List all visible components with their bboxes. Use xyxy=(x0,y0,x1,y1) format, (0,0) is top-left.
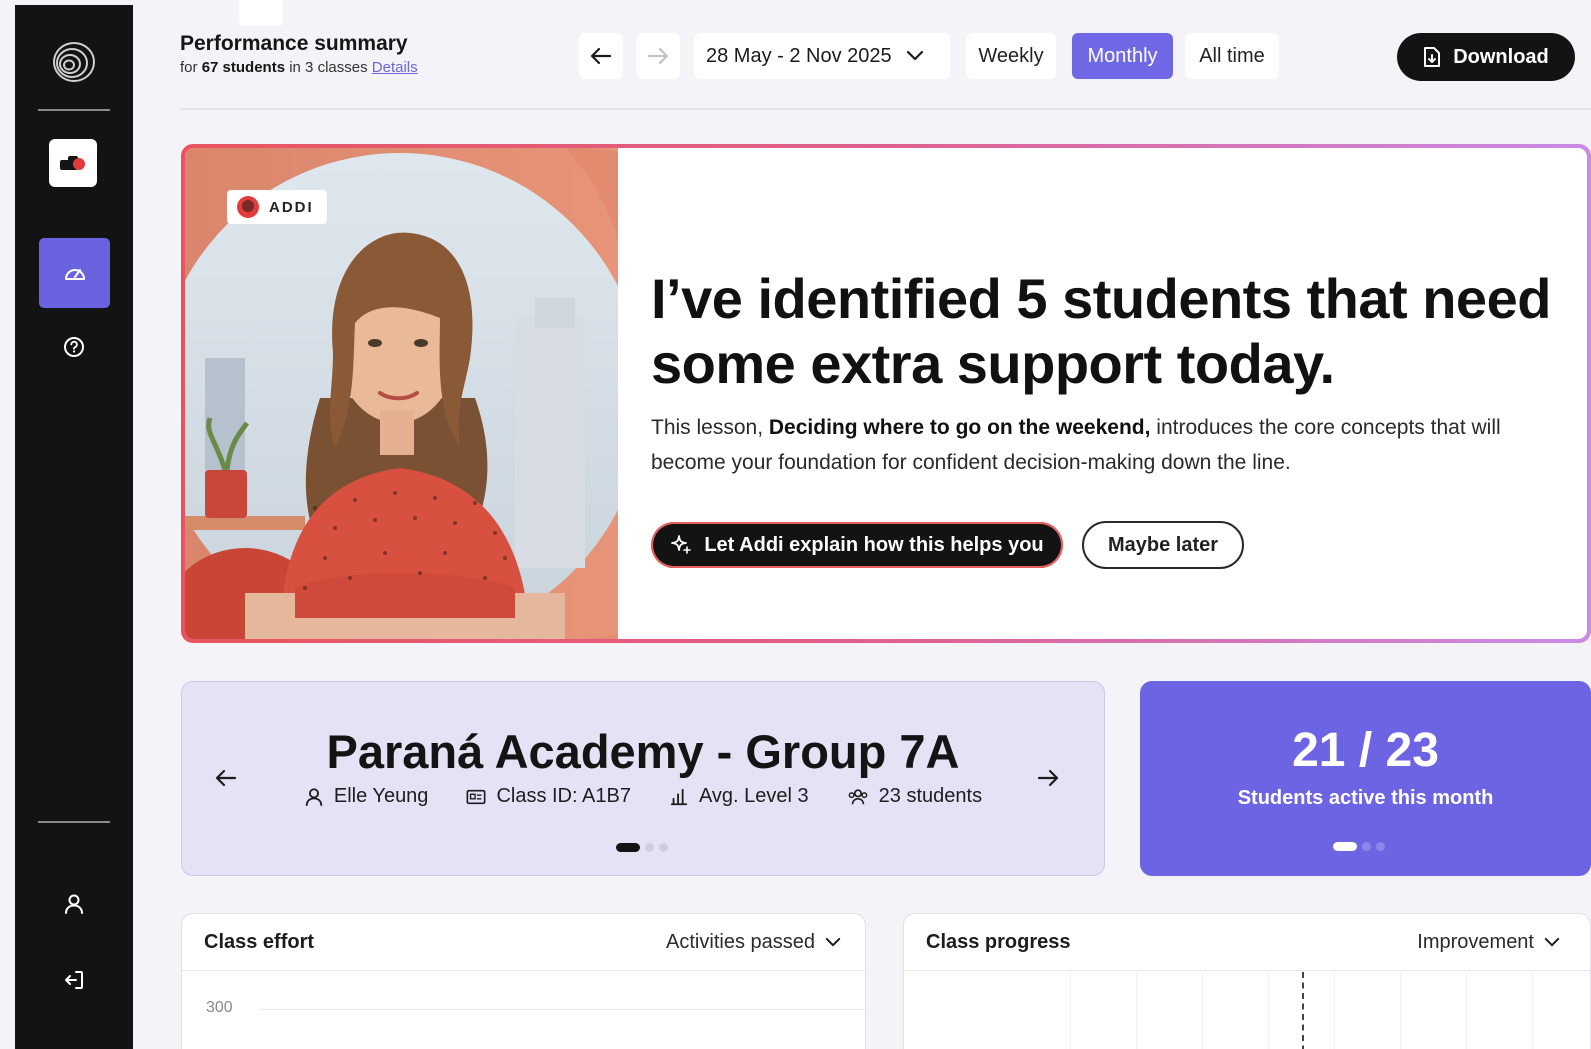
arrow-right-icon xyxy=(1037,769,1059,787)
class-avg-level: Avg. Level 3 xyxy=(669,785,809,808)
class-id: Class ID: A1B7 xyxy=(466,785,631,808)
active-students-label: Students active this month xyxy=(1237,787,1494,809)
org-switcher[interactable] xyxy=(49,139,97,187)
panel-divider xyxy=(182,970,865,971)
carousel-dot[interactable] xyxy=(1362,842,1371,851)
class-effort-panel: Class effort Activities passed 300 xyxy=(181,913,866,1049)
chart-gridline xyxy=(1070,972,1071,1049)
page-subtitle: for 67 students in 3 classes Details xyxy=(180,59,418,76)
maybe-later-button[interactable]: Maybe later xyxy=(1082,521,1244,569)
download-label: Download xyxy=(1453,45,1549,68)
active-students-value: 21 / 23 xyxy=(1292,724,1439,777)
chart-gridline xyxy=(1202,972,1203,1049)
sparkle-icon xyxy=(671,535,692,554)
lesson-name: Deciding where to go on the weekend, xyxy=(768,416,1151,439)
date-range-label: 28 May - 2 Nov 2025 xyxy=(706,44,892,67)
logout-icon xyxy=(65,971,83,989)
chevron-down-icon xyxy=(1544,937,1560,947)
carousel-dot-active[interactable] xyxy=(616,843,640,852)
insight-headline: I’ve identified 5 students that need som… xyxy=(651,267,1551,395)
app-logo-icon[interactable] xyxy=(51,39,97,85)
chart-gridline xyxy=(1466,972,1467,1049)
effort-metric-label: Activities passed xyxy=(666,931,815,953)
chart-gridline xyxy=(1268,972,1269,1049)
help-icon xyxy=(64,337,84,357)
carousel-dot[interactable] xyxy=(1376,842,1385,851)
carousel-dot-active[interactable] xyxy=(1333,842,1357,851)
user-icon xyxy=(65,894,83,914)
progress-metric-label: Improvement xyxy=(1417,931,1534,953)
carousel-dot[interactable] xyxy=(645,843,654,852)
chart-gridline xyxy=(1400,972,1401,1049)
class-title: Paraná Academy - Group 7A xyxy=(326,725,960,778)
addi-insight-card: ADDI I’ve identified 5 students that nee… xyxy=(181,144,1591,643)
chart-gridline xyxy=(1136,972,1137,1049)
insight-body: This lesson, Deciding where to go on the… xyxy=(651,410,1531,480)
chevron-down-icon xyxy=(906,50,923,61)
tab-monthly[interactable]: Monthly xyxy=(1072,33,1173,79)
org-logo-icon xyxy=(60,156,85,170)
nav-profile[interactable] xyxy=(60,890,88,918)
arrow-left-icon xyxy=(590,47,612,65)
bar-chart-icon xyxy=(670,788,688,805)
explain-button-label: Let Addi explain how this helps you xyxy=(704,533,1044,556)
subtitle-prefix: for xyxy=(180,59,198,76)
chart-marker-line xyxy=(1302,972,1304,1049)
gauge-icon xyxy=(64,269,85,280)
avg-level-label: Avg. Level 3 xyxy=(698,785,809,807)
effort-metric-dropdown[interactable]: Activities passed xyxy=(666,931,841,954)
sidebar-divider xyxy=(38,109,110,111)
chart-gridline xyxy=(258,1009,865,1010)
carousel-dot[interactable] xyxy=(659,843,668,852)
explain-button[interactable]: Let Addi explain how this helps you xyxy=(651,522,1063,568)
details-link[interactable]: Details xyxy=(372,59,418,76)
page-title: Performance summary xyxy=(180,32,408,55)
addi-badge-label: ADDI xyxy=(269,198,314,216)
class-progress-panel: Class progress Improvement xyxy=(903,913,1591,1049)
download-button[interactable]: Download xyxy=(1397,33,1575,81)
group-icon xyxy=(848,788,868,804)
next-class-button[interactable] xyxy=(1034,764,1062,792)
next-period-button[interactable] xyxy=(636,33,680,79)
top-tab-marker xyxy=(239,0,283,26)
chart-gridline xyxy=(1532,972,1533,1049)
class-effort-title: Class effort xyxy=(204,931,315,953)
subtitle-classes: in 3 classes xyxy=(289,59,368,76)
class-id-label: Class ID: A1B7 xyxy=(496,785,631,807)
arrow-right-icon xyxy=(647,47,669,65)
id-card-icon xyxy=(466,789,486,804)
progress-metric-dropdown[interactable]: Improvement xyxy=(1417,931,1560,954)
active-students-card: 21 / 23 Students active this month xyxy=(1140,681,1591,876)
addi-badge: ADDI xyxy=(227,190,327,224)
nav-logout[interactable] xyxy=(60,966,88,994)
class-progress-title: Class progress xyxy=(926,931,1071,953)
date-range-picker[interactable]: 28 May - 2 Nov 2025 xyxy=(694,33,950,79)
nav-dashboard[interactable] xyxy=(39,238,110,308)
class-card: Paraná Academy - Group 7A Elle Yeung Cla… xyxy=(181,681,1105,876)
nav-help[interactable] xyxy=(60,333,88,361)
insight-body-prefix: This lesson, xyxy=(651,416,764,439)
header-divider xyxy=(180,108,1591,110)
panel-divider xyxy=(904,970,1590,971)
addi-logo-icon xyxy=(237,196,259,218)
tab-all-time[interactable]: All time xyxy=(1185,33,1279,79)
students-label: 23 students xyxy=(878,785,983,807)
stats-carousel-dots xyxy=(1333,842,1385,851)
class-carousel-dots xyxy=(616,843,668,852)
class-students: 23 students xyxy=(847,785,982,808)
students-count: 67 students xyxy=(201,59,286,76)
tab-weekly[interactable]: Weekly xyxy=(966,33,1056,79)
class-teacher: Elle Yeung xyxy=(304,785,429,808)
download-file-icon xyxy=(1424,47,1441,67)
user-icon xyxy=(305,787,323,806)
y-axis-tick: 300 xyxy=(206,999,233,1016)
chevron-down-icon xyxy=(825,937,841,947)
teacher-name: Elle Yeung xyxy=(333,785,429,807)
sidebar xyxy=(15,5,133,1049)
sidebar-divider xyxy=(38,821,110,823)
chart-gridline xyxy=(1334,972,1335,1049)
class-meta: Elle Yeung Class ID: A1B7 Avg. Level 3 2… xyxy=(182,785,1104,808)
prev-period-button[interactable] xyxy=(579,33,623,79)
